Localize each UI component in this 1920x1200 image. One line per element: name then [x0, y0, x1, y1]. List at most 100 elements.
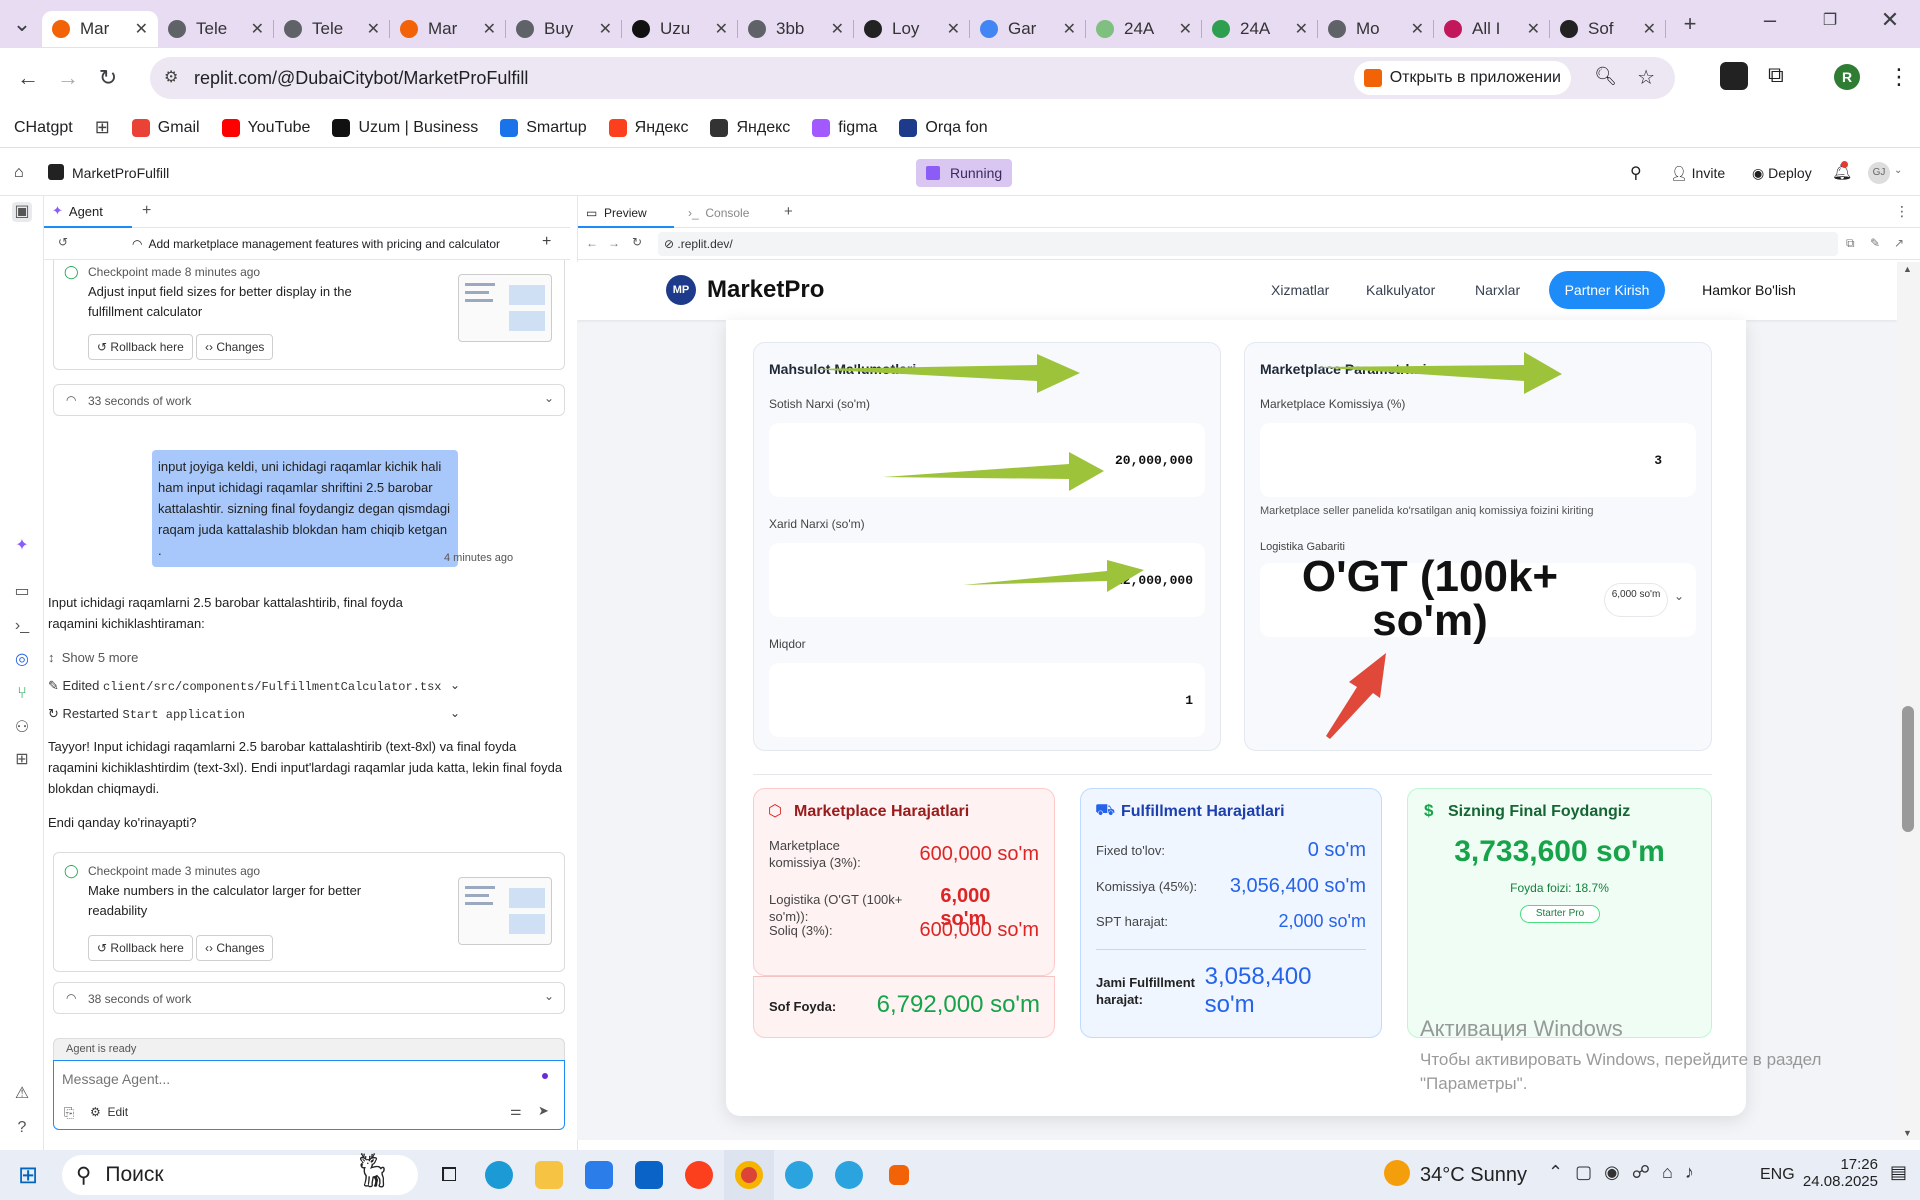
extension-icon[interactable]	[1720, 62, 1748, 90]
close-tab-icon[interactable]: ✕	[483, 19, 496, 39]
tab-preview[interactable]: ▭ Preview	[578, 196, 674, 228]
project-name[interactable]: MarketProFulfill	[72, 165, 169, 181]
tab-console[interactable]: ›_ Console	[680, 196, 776, 228]
scrollbar-thumb[interactable]	[1902, 706, 1914, 832]
browser-tab[interactable]: 3bb ✕	[738, 11, 854, 47]
menu-kebab-icon[interactable]: ⋮	[1888, 64, 1910, 90]
taskbar-search[interactable]: ⚲ Поиск 🦌︎	[62, 1152, 418, 1195]
message-input[interactable]	[62, 1069, 522, 1089]
rollback-button[interactable]: ↺ Rollback here	[88, 334, 193, 360]
close-tab-icon[interactable]: ✕	[367, 19, 380, 39]
new-thread-icon[interactable]: +	[542, 233, 551, 251]
checkpoint-thumbnail[interactable]	[458, 274, 552, 342]
wrench-icon[interactable]: ✎	[1870, 236, 1880, 250]
task-view-icon[interactable]: ⧠	[424, 1150, 474, 1200]
devtools-icon[interactable]: ⧉	[1846, 236, 1855, 251]
outlook-icon[interactable]	[624, 1150, 674, 1200]
bookmark-item[interactable]: Orqa fon	[899, 118, 988, 137]
edge-icon[interactable]	[474, 1150, 524, 1200]
browser-tab[interactable]: Tele ✕	[274, 11, 390, 47]
yandex-icon[interactable]	[674, 1150, 724, 1200]
close-tab-icon[interactable]: ✕	[947, 19, 960, 39]
bookmark-item[interactable]: Smartup	[500, 118, 587, 137]
notifications-icon[interactable]: ▤	[1890, 1162, 1907, 1183]
site-info-icon[interactable]: ⚙	[164, 67, 178, 87]
preview-forward-icon[interactable]: →	[608, 236, 620, 250]
deploy-button[interactable]: ◉ Deploy	[1746, 159, 1818, 187]
forward-icon[interactable]: →	[48, 58, 88, 98]
store-icon[interactable]	[574, 1150, 624, 1200]
alerts-icon[interactable]: ⚠	[12, 1084, 32, 1104]
close-tab-icon[interactable]: ✕	[1527, 19, 1540, 39]
tab-search-icon[interactable]: ⌄	[2, 4, 42, 44]
work-summary[interactable]: ◠ 33 seconds of work ⌄	[53, 384, 565, 416]
open-in-app-button[interactable]: Открыть в приложении	[1353, 61, 1571, 95]
replit-icon[interactable]	[874, 1150, 924, 1200]
close-tab-icon[interactable]: ✕	[1643, 19, 1656, 39]
preview-reload-icon[interactable]: ↻	[632, 235, 642, 249]
scrollbar-track[interactable]: ▲ ▼	[1897, 262, 1920, 1140]
browser-tab[interactable]: All I ✕	[1434, 11, 1550, 47]
new-tab-icon[interactable]: +	[1670, 4, 1710, 44]
reload-icon[interactable]: ↻	[88, 58, 128, 98]
start-button[interactable]: ⊞	[0, 1150, 56, 1200]
address-bar[interactable]: ⚙ replit.com/@DubaiCitybot/MarketProFulf…	[150, 57, 1675, 99]
apps-icon[interactable]: ⊞	[12, 750, 32, 770]
work-summary[interactable]: ◠ 38 seconds of work ⌄	[53, 982, 565, 1014]
git-icon[interactable]: ⑂	[12, 684, 32, 704]
scroll-down-icon[interactable]: ▼	[1903, 1128, 1912, 1138]
agent-icon[interactable]: ✦	[12, 536, 32, 556]
send-icon[interactable]: ➤	[538, 1103, 549, 1119]
bookmark-item[interactable]: figma	[812, 118, 877, 137]
browser-tab[interactable]: Loy ✕	[854, 11, 970, 47]
close-tab-icon[interactable]: ✕	[599, 19, 612, 39]
panel-kebab-icon[interactable]: ⋮	[1895, 203, 1909, 220]
invite-button[interactable]: 👤︎ Invite	[1664, 159, 1731, 187]
browser-tab[interactable]: Uzu ✕	[622, 11, 738, 47]
add-tab-icon[interactable]: +	[784, 203, 793, 220]
run-status-badge[interactable]: Running	[916, 159, 1013, 187]
bookmark-item[interactable]: Uzum | Business	[332, 118, 478, 137]
chevron-down-icon[interactable]: ⌄	[544, 391, 554, 405]
explorer-icon[interactable]	[524, 1150, 574, 1200]
changes-button[interactable]: ‹› Changes	[196, 334, 274, 360]
close-tab-icon[interactable]: ✕	[1063, 19, 1076, 39]
chevron-down-icon[interactable]: ⌄	[450, 706, 460, 720]
bookmark-star-icon[interactable]: ☆	[1637, 65, 1655, 90]
restore-icon[interactable]: ❐	[1800, 0, 1860, 40]
close-tab-icon[interactable]: ✕	[1411, 19, 1424, 39]
close-tab-icon[interactable]: ✕	[135, 19, 148, 39]
preview-back-icon[interactable]: ←	[586, 236, 598, 250]
browser-tab[interactable]: 24A ✕	[1202, 11, 1318, 47]
changes-button[interactable]: ‹› Changes	[196, 935, 274, 961]
preview-url-input[interactable]: ⊘ .replit.dev/	[658, 232, 1838, 256]
clock[interactable]: 17:26 24.08.2025	[1803, 1156, 1878, 1190]
profile-avatar[interactable]: R	[1834, 64, 1860, 90]
new-tab-plus-icon[interactable]: +	[142, 202, 151, 220]
bookmark-item[interactable]: YouTube	[221, 118, 310, 137]
back-icon[interactable]: ←	[8, 58, 48, 98]
bookmark-item[interactable]: Gmail	[131, 118, 200, 137]
browser-tab[interactable]: Mar ✕	[42, 11, 158, 47]
avatar-chevron-icon[interactable]: ⌄	[1894, 165, 1902, 176]
close-tab-icon[interactable]: ✕	[1179, 19, 1192, 39]
telegram-icon[interactable]	[824, 1150, 874, 1200]
bookmark-item[interactable]: Яндекс	[608, 118, 688, 137]
sliders-icon[interactable]: ⚌	[510, 1103, 522, 1119]
restarted-row[interactable]: ↻ Restarted Start application ⌄	[48, 706, 460, 722]
show-more-button[interactable]: ↕ Show 5 more	[48, 650, 138, 665]
console-rail-icon[interactable]: ›_	[12, 616, 32, 636]
chrome-icon[interactable]	[724, 1150, 774, 1200]
history-icon[interactable]: ↺	[58, 235, 68, 249]
browser-tab[interactable]: Sof ✕	[1550, 11, 1666, 47]
chevron-down-icon[interactable]: ⌄	[544, 989, 554, 1003]
close-tab-icon[interactable]: ✕	[831, 19, 844, 39]
bookmark-item[interactable]: CHatgpt	[14, 119, 73, 137]
scroll-up-icon[interactable]: ▲	[1903, 264, 1912, 274]
close-tab-icon[interactable]: ✕	[251, 19, 264, 39]
edited-file-row[interactable]: ✎ Edited client/src/components/Fulfillme…	[48, 678, 460, 694]
browser-tab[interactable]: Tele ✕	[158, 11, 274, 47]
database-icon[interactable]: ◎	[12, 650, 32, 670]
zoom-icon[interactable]: 🔍︎	[1594, 66, 1617, 87]
weather-text[interactable]: 34°C Sunny	[1420, 1164, 1527, 1187]
